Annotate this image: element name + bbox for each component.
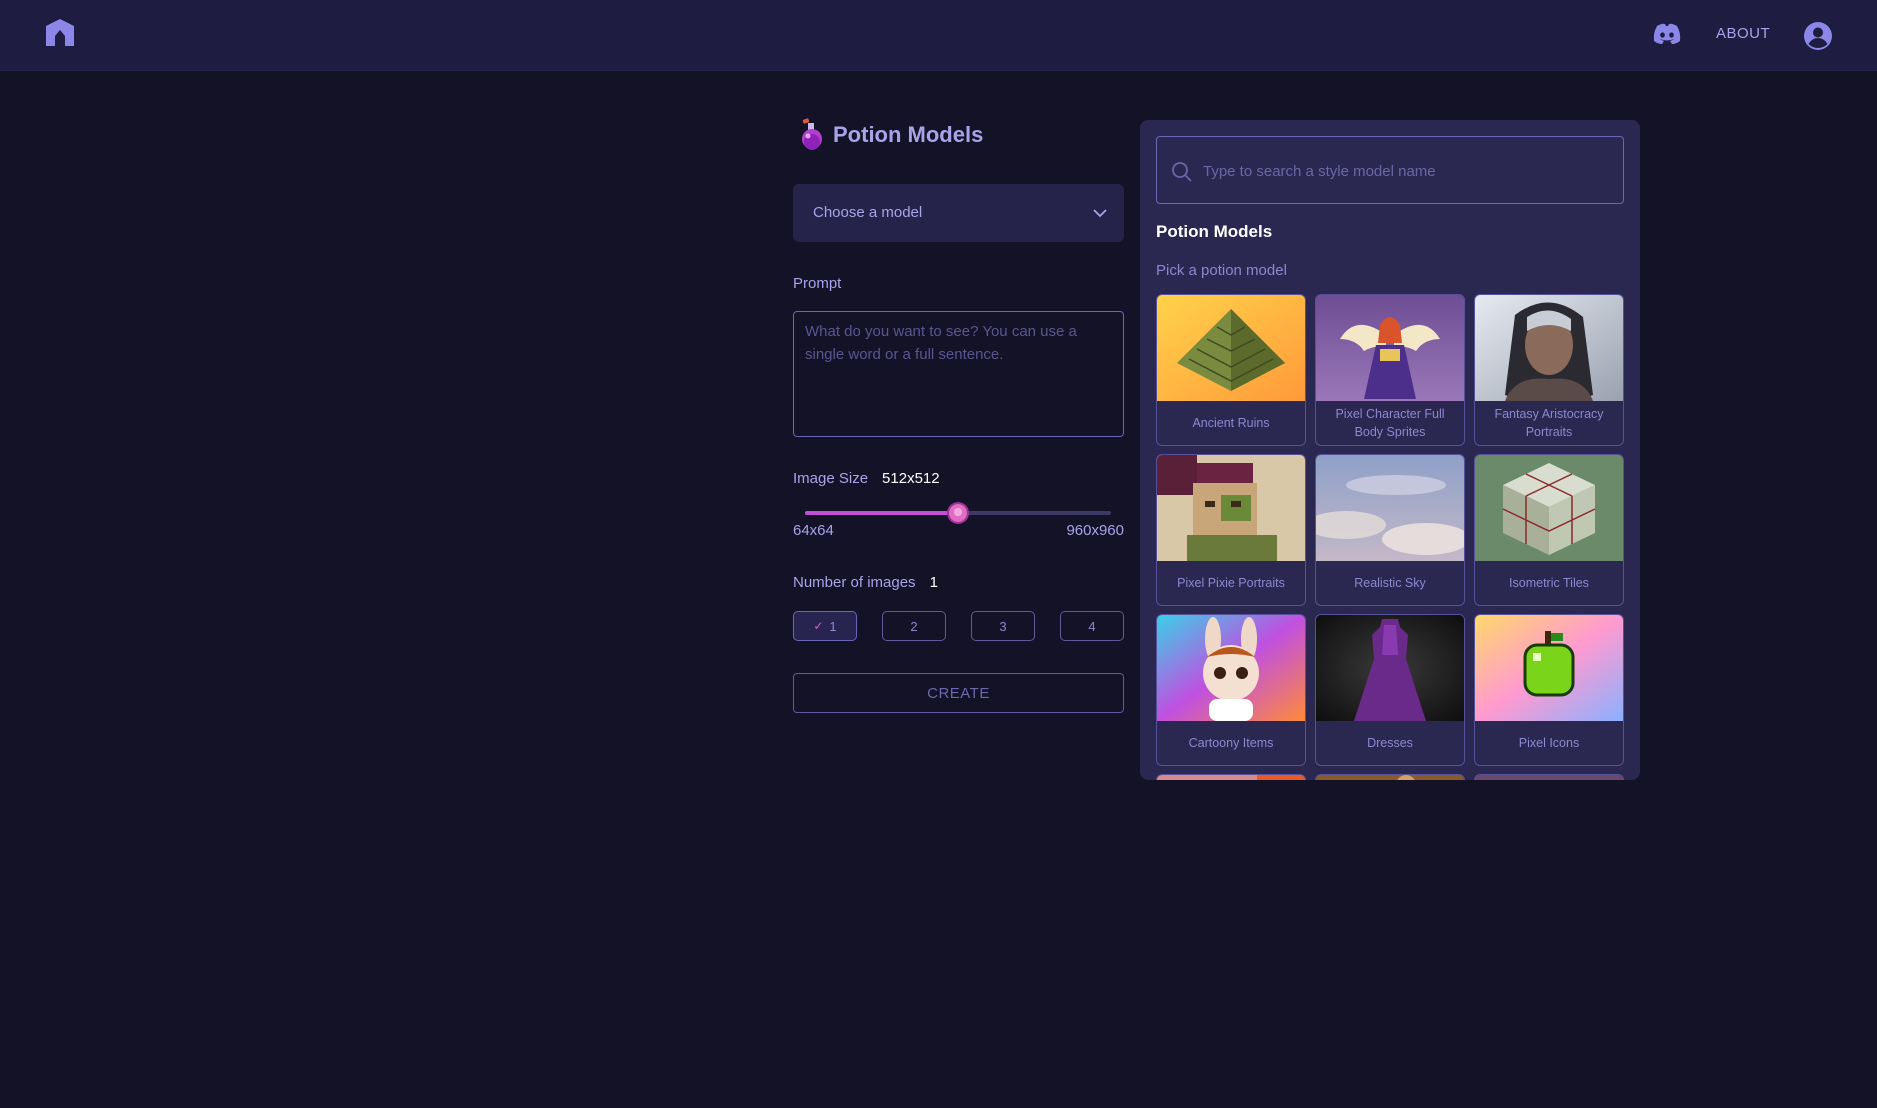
num-images-option-3[interactable]: 3 xyxy=(971,611,1035,641)
model-card-fantasy-aristocracy-portraits[interactable]: Fantasy Aristocracy Portraits xyxy=(1474,294,1624,446)
num-images-row: Number of images 1 xyxy=(793,574,938,591)
num-images-option-label: 3 xyxy=(999,618,1007,634)
slider-fill xyxy=(805,511,958,515)
model-thumbnail xyxy=(1157,455,1305,561)
search-icon xyxy=(1172,162,1192,182)
model-card-label: Cartoony Items xyxy=(1188,736,1274,750)
model-card-realistic-sky[interactable]: Realistic Sky xyxy=(1315,454,1465,606)
model-thumbnail xyxy=(1475,615,1623,721)
model-select-dropdown[interactable]: Choose a model xyxy=(793,184,1124,242)
model-card-cartoony-items[interactable]: Cartoony Items xyxy=(1156,614,1306,766)
page-title: Potion Models xyxy=(833,122,984,147)
num-images-option-label: 1 xyxy=(829,618,837,634)
model-card-label: Pixel Icons xyxy=(1518,736,1580,750)
model-select-value: Choose a model xyxy=(813,204,923,221)
home-logo-icon[interactable] xyxy=(42,16,78,52)
model-card-ancient-ruins[interactable]: Ancient Ruins xyxy=(1156,294,1306,446)
num-images-option-1[interactable]: ✓ 1 xyxy=(793,611,857,641)
page-title-row: Potion Models xyxy=(799,118,983,152)
num-images-option-label: 4 xyxy=(1088,618,1096,634)
num-images-options: ✓ 1 2 3 4 xyxy=(793,611,1124,641)
num-images-option-2[interactable]: 2 xyxy=(882,611,946,641)
num-images-label: Number of images xyxy=(793,574,916,591)
about-link[interactable]: ABOUT xyxy=(1716,25,1770,42)
potion-flask-icon xyxy=(802,118,822,150)
model-card-label: Ancient Ruins xyxy=(1192,416,1270,430)
model-card-pixel-pixie-portraits[interactable]: Pixel Pixie Portraits xyxy=(1156,454,1306,606)
model-thumbnail xyxy=(1316,775,1464,780)
image-size-slider[interactable] xyxy=(805,504,1111,522)
image-size-min-label: 64x64 xyxy=(793,522,834,539)
prompt-textarea[interactable] xyxy=(793,311,1124,437)
model-card-label: Fantasy Aristocracy Portraits xyxy=(1494,407,1604,439)
user-account-icon[interactable] xyxy=(1804,22,1832,50)
image-size-max-label: 960x960 xyxy=(1066,522,1124,539)
model-card-label: Realistic Sky xyxy=(1354,576,1426,590)
model-picker-panel: Potion Models Pick a potion model Ancien… xyxy=(1140,120,1640,780)
num-images-option-4[interactable]: 4 xyxy=(1060,611,1124,641)
model-thumbnail xyxy=(1316,295,1464,401)
create-button[interactable]: CREATE xyxy=(793,673,1124,713)
model-card-pixel-character-full-body-sprites[interactable]: Pixel Character Full Body Sprites xyxy=(1315,294,1465,446)
slider-thumb[interactable] xyxy=(949,504,967,522)
top-navigation-bar: ABOUT xyxy=(0,0,1877,70)
model-card-partial[interactable] xyxy=(1315,774,1465,780)
model-card-label: Pixel Pixie Portraits xyxy=(1177,576,1285,590)
model-thumbnail xyxy=(1475,455,1623,561)
prompt-label: Prompt xyxy=(793,275,842,292)
model-card-label: Isometric Tiles xyxy=(1509,576,1589,590)
check-icon: ✓ xyxy=(813,619,824,633)
image-size-label: Image Size xyxy=(793,470,869,487)
model-search-input[interactable] xyxy=(1201,157,1605,185)
model-card-isometric-tiles[interactable]: Isometric Tiles xyxy=(1474,454,1624,606)
discord-icon[interactable] xyxy=(1652,22,1682,46)
model-thumbnail xyxy=(1475,775,1623,780)
num-images-value: 1 xyxy=(929,574,938,591)
chevron-down-icon xyxy=(1093,209,1107,218)
model-thumbnail xyxy=(1157,615,1305,721)
image-size-row: Image Size 512x512 xyxy=(793,470,940,487)
image-size-value: 512x512 xyxy=(882,470,940,487)
panel-subtitle: Pick a potion model xyxy=(1156,262,1287,279)
num-images-option-label: 2 xyxy=(910,618,918,634)
model-card-label: Pixel Character Full Body Sprites xyxy=(1335,407,1445,439)
model-search-box[interactable] xyxy=(1156,136,1624,204)
model-thumbnail xyxy=(1475,295,1623,401)
model-card-label: Dresses xyxy=(1367,736,1413,750)
model-card-partial[interactable] xyxy=(1156,774,1306,780)
model-thumbnail xyxy=(1157,775,1305,780)
panel-title: Potion Models xyxy=(1156,222,1273,241)
model-thumbnail xyxy=(1157,295,1305,401)
model-thumbnail xyxy=(1316,615,1464,721)
model-card-partial[interactable] xyxy=(1474,774,1624,780)
model-card-pixel-icons[interactable]: Pixel Icons xyxy=(1474,614,1624,766)
model-card-dresses[interactable]: Dresses xyxy=(1315,614,1465,766)
model-thumbnail xyxy=(1316,455,1464,561)
